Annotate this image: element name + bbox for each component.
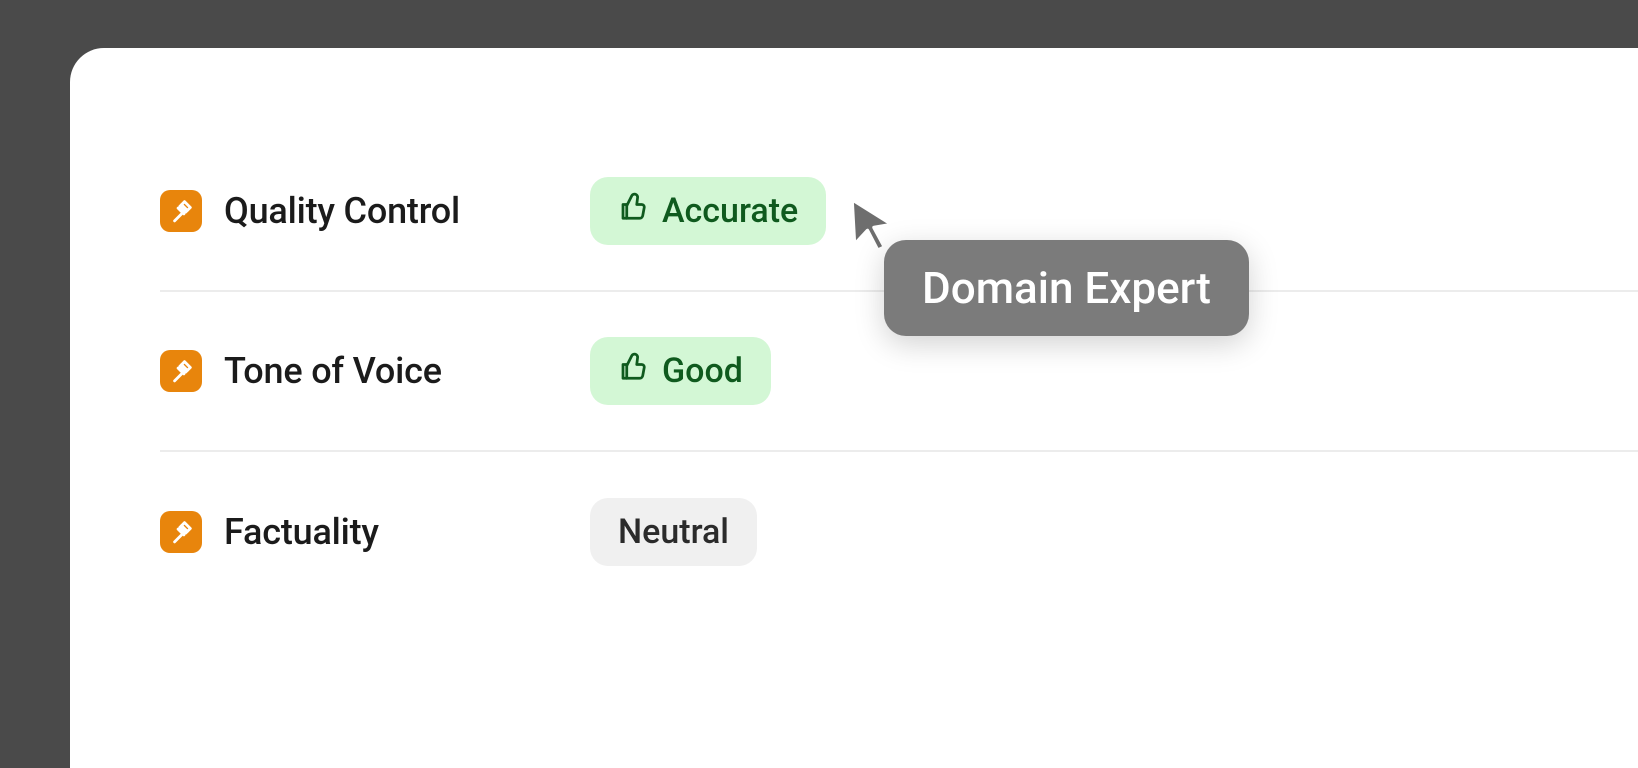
rating-row-label: Tone of Voice <box>224 350 442 392</box>
gavel-icon <box>160 511 202 553</box>
tooltip-label: Domain Expert <box>922 262 1211 314</box>
rating-row-label: Quality Control <box>224 190 460 232</box>
rating-pill[interactable]: Neutral <box>590 498 757 566</box>
tooltip: Domain Expert <box>884 240 1249 336</box>
rating-row-label: Factuality <box>224 511 379 553</box>
rating-pill-label: Neutral <box>618 512 729 552</box>
rating-pill-label: Good <box>662 351 743 391</box>
gavel-icon <box>160 350 202 392</box>
rating-pill[interactable]: Good <box>590 337 771 405</box>
rating-row-left: Quality Control <box>160 190 590 232</box>
ratings-panel: Quality Control Accurate <box>70 48 1638 768</box>
gavel-icon <box>160 190 202 232</box>
thumbs-up-icon <box>618 191 648 231</box>
rating-row-left: Tone of Voice <box>160 350 590 392</box>
rating-pill[interactable]: Accurate <box>590 177 826 245</box>
rating-pill-label: Accurate <box>662 191 798 231</box>
rating-row-left: Factuality <box>160 511 590 553</box>
thumbs-up-icon <box>618 351 648 391</box>
rating-row: Factuality Neutral <box>160 452 1638 612</box>
